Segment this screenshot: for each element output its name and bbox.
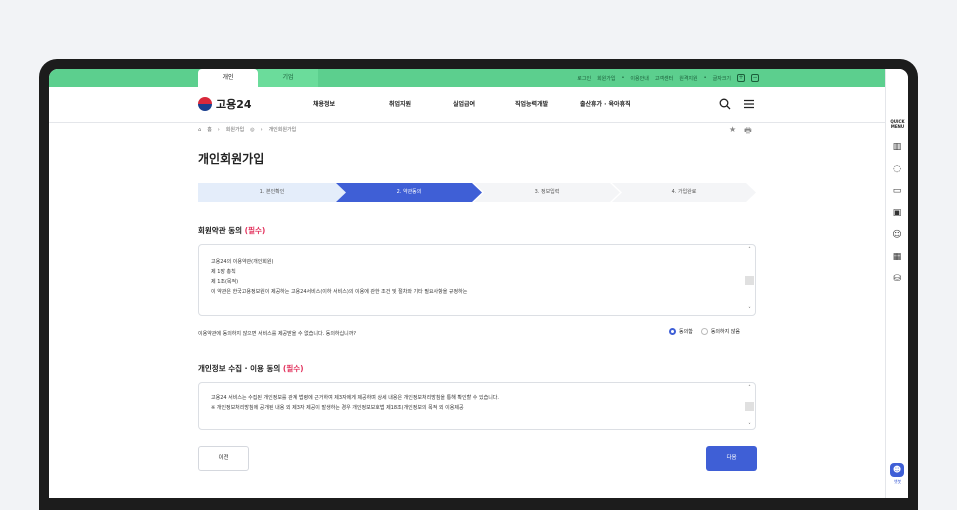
logo[interactable]: 고용24	[198, 96, 252, 112]
nav-parental-leave[interactable]: 출산휴가 · 육아휴직	[580, 87, 631, 123]
chatbot-icon[interactable]: ☻	[890, 463, 904, 477]
signup-link[interactable]: 회원가입	[597, 75, 615, 82]
breadcrumb-home[interactable]: 홈	[207, 126, 212, 133]
next-button[interactable]: 다음	[706, 446, 757, 471]
quick-menu-title: QUICK MENU	[890, 119, 905, 129]
step-info: 3. 정보입력	[474, 183, 620, 202]
page-title: 개인회원가입	[198, 152, 265, 166]
step-complete: 4. 가입완료	[612, 183, 756, 202]
page-tools: ★ 🖶	[729, 125, 752, 139]
support-link[interactable]: 고객센터	[655, 75, 673, 82]
login-link[interactable]: 로그인	[577, 75, 591, 82]
hamburger-icon[interactable]	[743, 98, 755, 113]
quick-menu: QUICK MENU ▥ ◌ ▭ ▣ ☺ ▦ ⛁ ☻ 챗봇	[885, 69, 908, 498]
main-nav: 고용24 채용정보 취업지원 실업급여 직업능력개발 출산휴가 · 육아휴직	[49, 87, 885, 123]
prev-button[interactable]: 이전	[198, 446, 249, 471]
scroll-down-icon[interactable]: ˅	[744, 305, 755, 315]
database-icon[interactable]: ⛁	[891, 273, 903, 285]
monitor-icon[interactable]: ▭	[891, 185, 903, 197]
print-icon[interactable]: 🖶	[744, 125, 752, 139]
nav-jobs[interactable]: 채용정보	[313, 87, 335, 123]
font-size-label: 글자크기	[712, 75, 731, 82]
scroll-up-icon[interactable]: ˄	[744, 245, 755, 255]
step-identity: 1. 본인확인	[198, 183, 346, 202]
grid-icon[interactable]: ▦	[891, 251, 903, 263]
privacy-section-title: 개인정보 수집 · 이용 동의 (필수)	[198, 364, 304, 373]
bookmark-star-icon[interactable]: ★	[729, 125, 736, 139]
breadcrumb-current: 개인회원가입	[268, 127, 297, 133]
nav-skills[interactable]: 직업능력개발	[515, 87, 548, 123]
breadcrumb-signup[interactable]: 회원가입	[226, 126, 244, 133]
breadcrumb: ⌂ 홈 › 회원가입 ◎ › 개인회원가입	[198, 126, 297, 134]
tab-business[interactable]: 기업	[258, 69, 318, 87]
utility-links: 로그인 회원가입 • 이용안내 고객센터 원격지원 • 글자크기 + −	[577, 74, 759, 82]
guide-link[interactable]: 이용안내	[630, 75, 648, 82]
zoom-out-button[interactable]: −	[751, 74, 759, 82]
chat-icon[interactable]: ◌	[891, 163, 903, 175]
utility-bar: 개인 기업 로그인 회원가입 • 이용안내 고객센터 원격지원 • 글자크기 +…	[49, 69, 885, 87]
taegeuk-logo-icon	[198, 97, 212, 111]
dropdown-icon[interactable]: ◎	[250, 127, 254, 133]
browser-screen: 개인 기업 로그인 회원가입 • 이용안내 고객센터 원격지원 • 글자크기 +…	[49, 69, 908, 498]
nav-unemployment-benefit[interactable]: 실업급여	[453, 87, 475, 123]
logo-text: 고용24	[216, 98, 252, 111]
calendar-icon[interactable]: ▣	[891, 207, 903, 219]
terms-question: 이용약관에 동의하지 않으면 서비스를 제공받을 수 없습니다. 동의하십니까?	[198, 331, 356, 337]
privacy-scrollbar[interactable]: ˄ ˅	[744, 383, 755, 429]
disagree-radio[interactable]: 동의하지 않음	[700, 328, 740, 335]
search-icon[interactable]	[719, 98, 731, 113]
nav-employment-support[interactable]: 취업지원	[389, 87, 411, 123]
smile-icon[interactable]: ☺	[891, 229, 903, 241]
step-terms: 2. 약관동의	[336, 183, 482, 202]
remote-link[interactable]: 원격지원	[679, 75, 697, 82]
chatbot-label: 챗봇	[893, 479, 902, 484]
agree-radio[interactable]: 동의함	[669, 328, 693, 335]
tab-personal[interactable]: 개인	[198, 69, 258, 87]
privacy-textbox[interactable]: 고용24 서비스는 수집된 개인정보를 관계 법령에 근거하여 제3자에게 제공…	[198, 382, 756, 430]
terms-radio-group: 동의함 동의하지 않음	[669, 328, 740, 335]
scroll-up-icon[interactable]: ˄	[744, 383, 755, 393]
terms-scrollbar[interactable]: ˄ ˅	[744, 245, 755, 315]
signup-steps: 1. 본인확인 2. 약관동의 3. 정보입력 4. 가입완료	[198, 183, 756, 202]
building-icon[interactable]: ▥	[891, 141, 903, 153]
terms-section-title: 회원약관 동의 (필수)	[198, 226, 266, 235]
terms-textbox[interactable]: 고용24의 이용약관(개인회원) 제 1장 총칙 제 1조(목적) 이 약관은 …	[198, 244, 756, 316]
zoom-in-button[interactable]: +	[737, 74, 745, 82]
home-icon[interactable]: ⌂	[198, 127, 201, 133]
scroll-down-icon[interactable]: ˅	[744, 421, 755, 431]
